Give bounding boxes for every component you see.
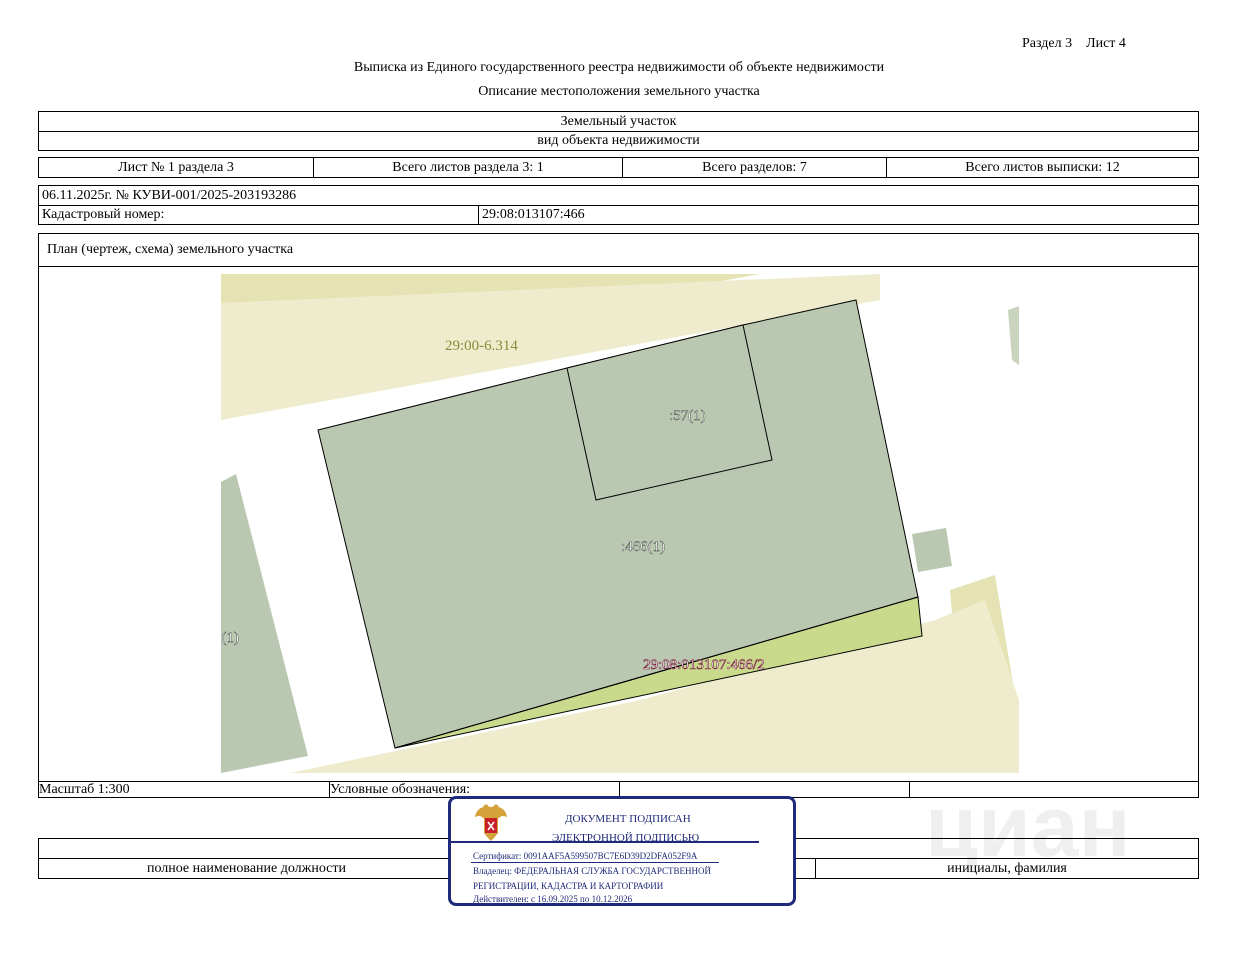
cadastral-value: 29:08:013107:466 bbox=[478, 205, 1199, 225]
parcel-466-label: :466(1) bbox=[621, 539, 665, 555]
stamp-line2: ЭЛЕКТРОННОЙ ПОДПИСЬЮ bbox=[552, 832, 700, 844]
object-type-text: Земельный участок bbox=[560, 113, 677, 129]
left-parcel-label: 1(1) bbox=[221, 630, 239, 646]
cadastral-value-text: 29:08:013107:466 bbox=[482, 207, 585, 222]
stamp-owner2: РЕГИСТРАЦИИ, КАДАСТРА И КАРТОГРАФИИ bbox=[473, 881, 664, 891]
sheet-number-text: Лист № 1 раздела 3 bbox=[118, 159, 234, 175]
date-number-text: 06.11.2025г. № КУВИ-001/2025-203193286 bbox=[42, 187, 297, 203]
legend-text: Условные обозначения: bbox=[330, 781, 471, 797]
watermark: циан bbox=[925, 779, 1131, 875]
stamp-owner1: Владелец: ФЕДЕРАЛЬНАЯ СЛУЖБА ГОСУДАРСТВЕ… bbox=[473, 866, 712, 876]
stamp-line1: ДОКУМЕНТ ПОДПИСАН bbox=[565, 813, 691, 825]
position-caption: полное наименование должности bbox=[38, 858, 455, 879]
stamp-cert: Сертификат: 0091AAF5A599507BC7E6D39D2DFA… bbox=[473, 851, 698, 861]
cadastral-label-text: Кадастровый номер: bbox=[42, 207, 165, 222]
road-label: 29:00-6.314 bbox=[445, 338, 518, 354]
signature-stamp: ДОКУМЕНТ ПОДПИСАН ЭЛЕКТРОННОЙ ПОДПИСЬЮ С… bbox=[448, 796, 796, 906]
total-sections-text: Всего разделов: 7 bbox=[702, 159, 807, 175]
document-title: Выписка из Единого государственного реес… bbox=[353, 60, 885, 75]
part-466-2-label: 29:08:013107:466/2 bbox=[643, 657, 765, 673]
right-small-parcel bbox=[912, 528, 952, 572]
scale: Масштаб 1:300 bbox=[38, 781, 330, 798]
total-section-sheets: Всего листов раздела 3: 1 bbox=[313, 157, 623, 178]
coat-of-arms-icon bbox=[475, 804, 507, 841]
plan-title-text: План (чертеж, схема) земельного участка bbox=[47, 242, 294, 257]
sheet-number: Лист № 1 раздела 3 bbox=[38, 157, 314, 178]
date-number: 06.11.2025г. № КУВИ-001/2025-203193286 bbox=[38, 185, 1199, 206]
total-extract-sheets: Всего листов выписки: 12 bbox=[886, 157, 1199, 178]
section-sheet-label: Раздел 3 Лист 4 bbox=[1022, 36, 1126, 51]
stamp-valid: Действителен: с 16.09.2025 по 10.12.2026 bbox=[473, 894, 633, 904]
total-section-sheets-text: Всего листов раздела 3: 1 bbox=[392, 159, 544, 175]
parcel-57-label: :57(1) bbox=[669, 408, 706, 424]
document-subtitle: Описание местоположения земельного участ… bbox=[478, 84, 760, 99]
position-caption-text: полное наименование должности bbox=[146, 860, 347, 876]
total-extract-sheets-text: Всего листов выписки: 12 bbox=[965, 159, 1120, 175]
object-type-caption-text: вид объекта недвижимости bbox=[537, 133, 700, 148]
cadastral-label: Кадастровый номер: bbox=[38, 205, 479, 225]
total-sections: Всего разделов: 7 bbox=[622, 157, 887, 178]
stamp-rule-2 bbox=[471, 862, 719, 863]
object-type: Земельный участок bbox=[38, 111, 1199, 132]
plan-title: План (чертеж, схема) земельного участка bbox=[38, 233, 1199, 267]
object-type-caption: вид объекта недвижимости bbox=[38, 131, 1199, 151]
scale-text: Масштаб 1:300 bbox=[39, 781, 130, 797]
plan-map: 29:00-6.314 :57(1) :466(1) 29:08:013107:… bbox=[221, 274, 1019, 773]
